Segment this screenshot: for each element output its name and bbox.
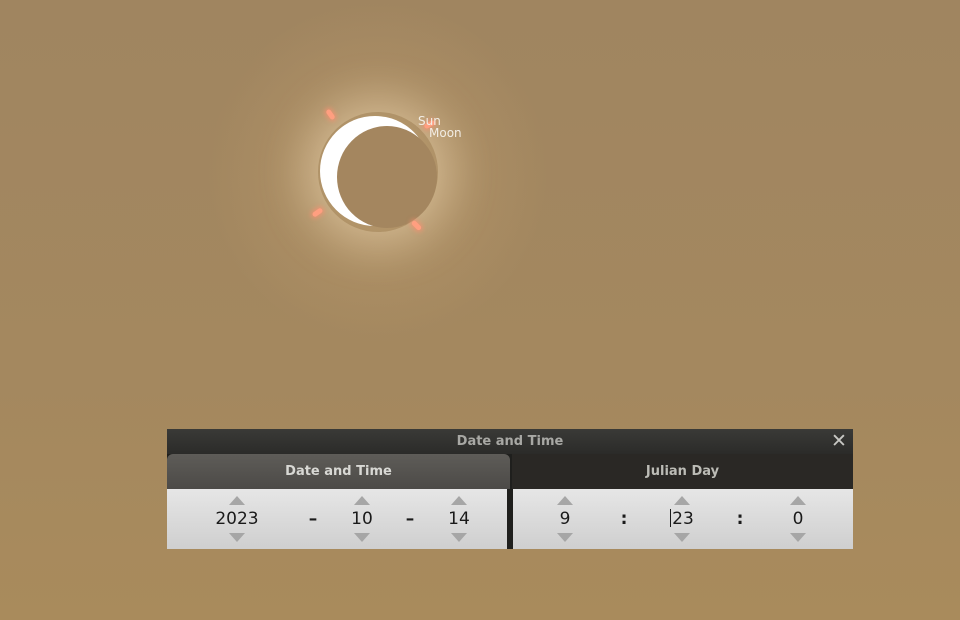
date-time-dialog: Date and Time ✕ Date and Time Julian Day… xyxy=(167,429,853,549)
hour-decrement-arrow-icon[interactable] xyxy=(557,533,573,542)
month-decrement-arrow-icon[interactable] xyxy=(354,533,370,542)
minute-increment-arrow-icon[interactable] xyxy=(674,496,690,505)
year-increment-arrow-icon[interactable] xyxy=(229,496,245,505)
hour-field[interactable]: 9 xyxy=(525,507,605,531)
tab-julian-day[interactable]: Julian Day xyxy=(512,454,853,489)
date-separator: – xyxy=(308,509,318,529)
second-decrement-arrow-icon[interactable] xyxy=(790,533,806,542)
solar-prominence xyxy=(311,207,324,218)
day-decrement-arrow-icon[interactable] xyxy=(451,533,467,542)
tab-date-and-time[interactable]: Date and Time xyxy=(167,454,510,489)
moon-disk[interactable] xyxy=(337,126,437,228)
month-increment-arrow-icon[interactable] xyxy=(354,496,370,505)
moon-label: Moon xyxy=(429,126,462,140)
month-spinner: 10 xyxy=(322,489,402,549)
second-field[interactable]: 0 xyxy=(758,507,838,531)
day-field[interactable]: 14 xyxy=(419,507,499,531)
year-spinner: 2023 xyxy=(197,489,277,549)
time-panel: 9 : 23 : 0 xyxy=(513,489,853,549)
minute-spinner: 23 xyxy=(642,489,722,549)
dialog-titlebar[interactable]: Date and Time ✕ xyxy=(167,429,853,454)
day-increment-arrow-icon[interactable] xyxy=(451,496,467,505)
day-spinner: 14 xyxy=(419,489,499,549)
date-separator: – xyxy=(405,509,415,529)
time-separator: : xyxy=(736,509,744,529)
minute-decrement-arrow-icon[interactable] xyxy=(674,533,690,542)
time-separator: : xyxy=(620,509,628,529)
second-spinner: 0 xyxy=(758,489,838,549)
solar-prominence xyxy=(325,108,336,121)
minute-value: 23 xyxy=(672,509,694,529)
year-field[interactable]: 2023 xyxy=(197,507,277,531)
month-field[interactable]: 10 xyxy=(322,507,402,531)
close-icon[interactable]: ✕ xyxy=(829,431,849,451)
date-panel: 2023 – 10 – 14 xyxy=(167,489,507,549)
solar-prominence xyxy=(410,219,423,232)
year-decrement-arrow-icon[interactable] xyxy=(229,533,245,542)
second-increment-arrow-icon[interactable] xyxy=(790,496,806,505)
dialog-title: Date and Time xyxy=(456,434,564,449)
hour-increment-arrow-icon[interactable] xyxy=(557,496,573,505)
minute-field[interactable]: 23 xyxy=(642,507,722,531)
hour-spinner: 9 xyxy=(525,489,605,549)
